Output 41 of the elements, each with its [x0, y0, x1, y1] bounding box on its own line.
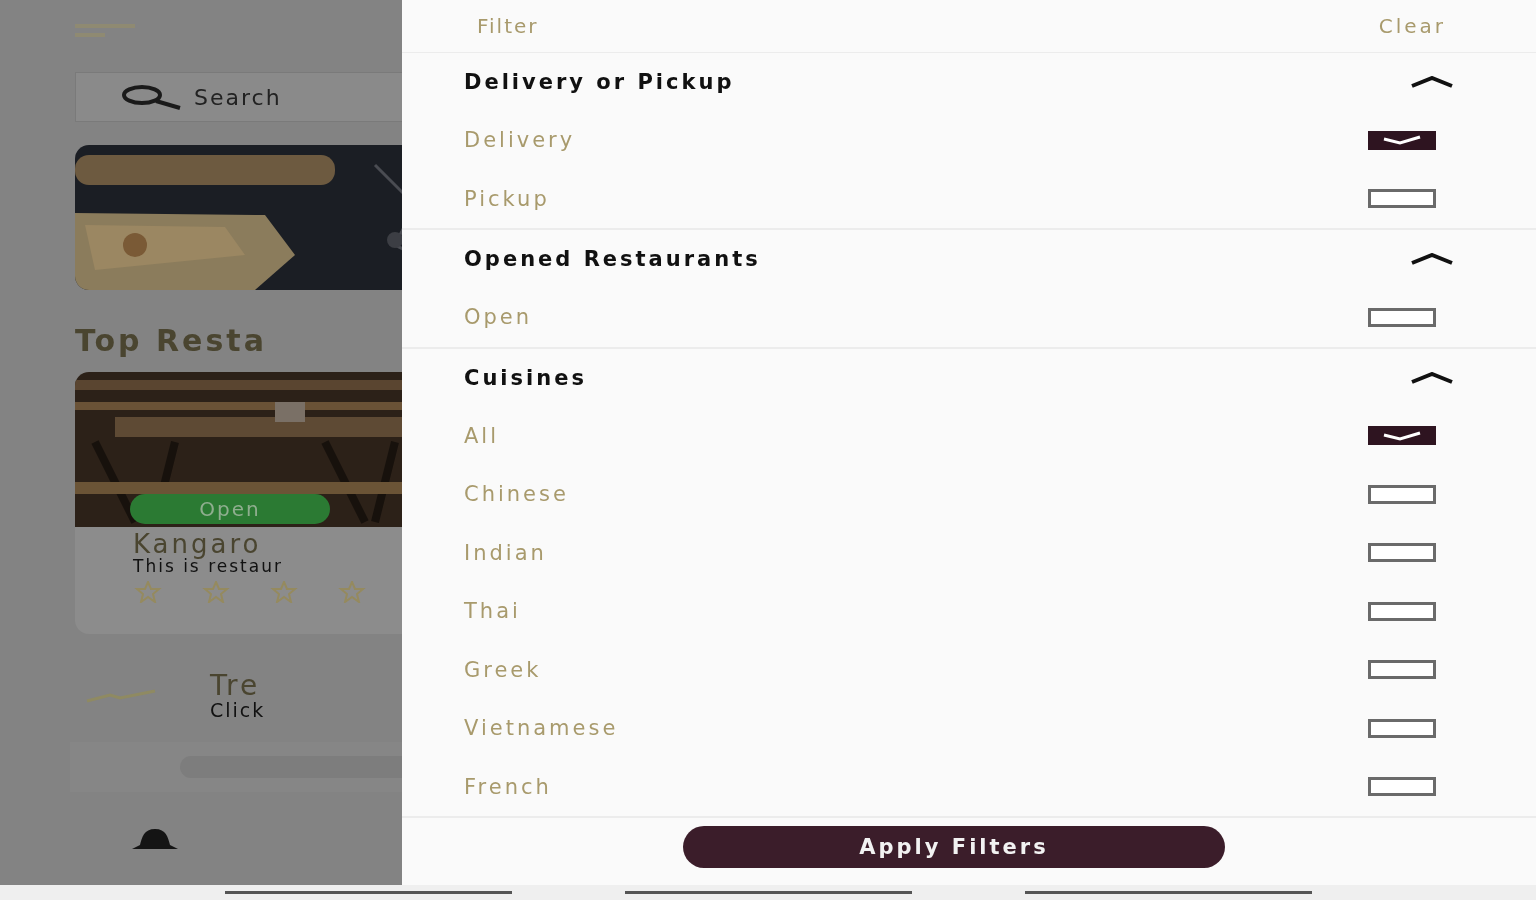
checkbox[interactable] — [1368, 718, 1436, 738]
check-icon — [1382, 430, 1422, 441]
checkbox[interactable] — [1368, 189, 1436, 209]
star-icon — [337, 581, 367, 603]
checkbox[interactable] — [1368, 777, 1436, 797]
checkbox[interactable] — [1368, 130, 1436, 150]
star-icon — [269, 581, 299, 603]
option-label: Chinese — [464, 482, 569, 507]
search-field[interactable]: Search — [75, 72, 402, 122]
restaurant-card[interactable]: Open Kangaro This is restaur — [75, 372, 402, 634]
option-label: Pickup — [464, 186, 550, 211]
option-label: Indian — [464, 540, 547, 565]
trending-title: Tre — [210, 672, 262, 700]
checkbox[interactable] — [1368, 601, 1436, 621]
option-label: Thai — [464, 599, 521, 624]
chevron-up-icon[interactable] — [1410, 76, 1454, 88]
chevron-up-icon[interactable] — [1410, 371, 1454, 384]
section-title: Delivery or Pickup — [464, 70, 735, 94]
filter-title: Filter — [477, 14, 539, 38]
option-label: Delivery — [464, 128, 576, 153]
section-title: Cuisines — [464, 365, 587, 390]
chevron-up-icon[interactable] — [1410, 253, 1454, 265]
section-title: Opened Restaurants — [464, 247, 761, 271]
restaurant-name: Kangaro — [133, 531, 263, 557]
checkbox[interactable] — [1368, 484, 1436, 504]
section-heading: Top Resta — [75, 324, 268, 358]
option-label: French — [464, 774, 552, 799]
option-label: All — [464, 423, 500, 448]
option-label: Open — [464, 305, 533, 330]
checkbox[interactable] — [1368, 660, 1436, 680]
check-icon — [1382, 135, 1422, 146]
apply-filters-button[interactable]: Apply Filters — [683, 826, 1225, 868]
option-label: Greek — [464, 657, 542, 682]
checkbox[interactable] — [1368, 307, 1436, 327]
checkbox[interactable] — [1368, 543, 1436, 563]
trending-subtitle: Click — [210, 700, 266, 720]
star-icon — [201, 581, 231, 603]
open-status-badge: Open — [130, 494, 330, 524]
option-label: Vietnamese — [464, 716, 619, 741]
checkbox[interactable] — [1368, 426, 1436, 446]
star-icon — [133, 581, 163, 603]
